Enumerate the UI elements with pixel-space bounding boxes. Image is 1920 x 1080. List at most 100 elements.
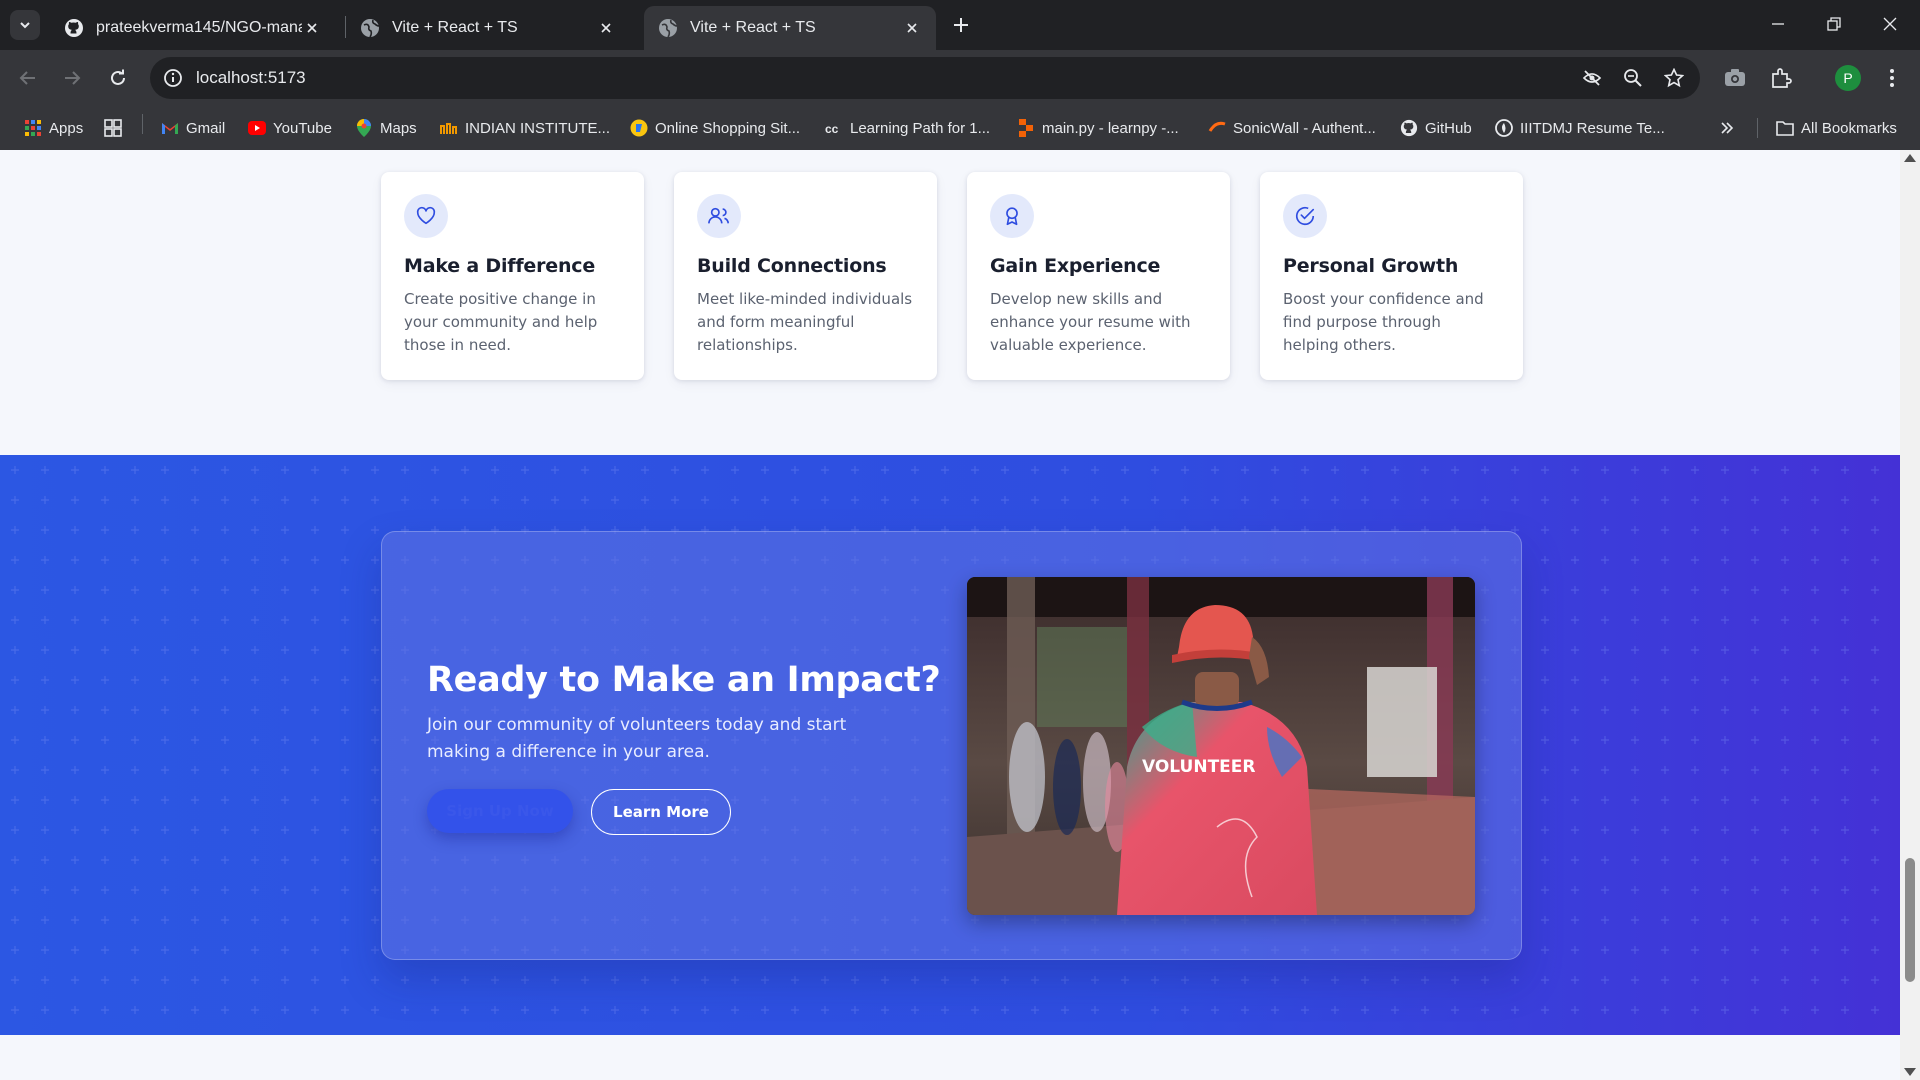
feature-description: Boost your confidence and find purpose t… [1283, 290, 1484, 354]
extensions-icon[interactable] [1767, 64, 1795, 92]
folder-icon [1776, 119, 1794, 137]
shopping-icon [630, 119, 648, 137]
cta-subtitle: Join our community of volunteers today a… [427, 715, 847, 762]
bookmark-label: INDIAN INSTITUTE... [465, 119, 611, 137]
restore-button[interactable] [1806, 0, 1862, 48]
bookmark-label: YouTube [273, 119, 332, 137]
back-button[interactable] [12, 62, 44, 94]
feature-card: Personal Growth Boost your confidence an… [1260, 172, 1523, 380]
close-window-button[interactable] [1862, 0, 1918, 48]
github-icon [1400, 119, 1418, 137]
chevron-down-icon [20, 22, 30, 29]
sign-up-button[interactable]: Sign Up Now [427, 789, 573, 833]
forward-button[interactable] [56, 62, 88, 94]
tab-search-button[interactable] [10, 10, 40, 40]
arrow-right-icon [65, 71, 81, 85]
scroll-down-arrow[interactable] [1904, 1068, 1916, 1076]
feature-card: Build Connections Meet like-minded indiv… [674, 172, 937, 380]
reload-button[interactable] [102, 62, 134, 94]
feature-title: Personal Growth [1283, 255, 1459, 277]
bookmark-indian-institute[interactable]: INDIAN INSTITUTE... [440, 116, 610, 140]
bookmark-youtube[interactable]: YouTube [248, 116, 332, 140]
tab-github[interactable]: prateekverma145/NGO-manag [50, 6, 336, 50]
close-tab-icon[interactable] [902, 18, 922, 38]
bookmarks-overflow-button[interactable] [1718, 116, 1743, 140]
bookmark-label: Online Shopping Sit... [655, 119, 801, 137]
feature-description: Develop new skills and enhance your resu… [990, 290, 1191, 354]
features-grid: Make a Difference Create positive change… [381, 172, 1523, 380]
feature-icon-badge [404, 194, 448, 238]
browser-toolbar: localhost:5173 P [0, 50, 1920, 106]
all-bookmarks-label: All Bookmarks [1801, 119, 1897, 137]
cta-section: Ready to Make an Impact? Join our commun… [0, 455, 1900, 1035]
feature-title: Make a Difference [404, 255, 596, 277]
feature-description: Create positive change in your community… [404, 290, 598, 354]
feature-card: Gain Experience Develop new skills and e… [967, 172, 1230, 380]
url-text: localhost:5173 [196, 68, 306, 87]
reload-icon [111, 69, 125, 85]
bookmark-main-py[interactable]: main.py - learnpy -... [1017, 116, 1179, 140]
bookmark-label: Gmail [186, 119, 226, 137]
minimize-button[interactable] [1750, 0, 1806, 48]
tab-strip: prateekverma145/NGO-manag Vite + React +… [0, 0, 1920, 50]
bookmark-tab-groups[interactable] [104, 116, 129, 140]
profile-avatar[interactable]: P [1835, 65, 1861, 91]
bookmark-star-icon[interactable] [1662, 66, 1686, 90]
globe-icon [659, 19, 678, 38]
feature-card: Make a Difference Create positive change… [381, 172, 644, 380]
shirt-text: VOLUNTEER [1142, 757, 1255, 777]
bookmark-resume[interactable]: IIITDMJ Resume Te... [1495, 116, 1665, 140]
more-menu-icon[interactable] [1878, 64, 1906, 92]
page-scrollbar[interactable] [1900, 150, 1920, 1080]
bookmark-label: SonicWall - Authent... [1233, 119, 1376, 137]
close-tab-icon[interactable] [302, 18, 322, 38]
bookmark-divider [1757, 118, 1758, 138]
users-icon [708, 207, 729, 224]
cta-card: Ready to Make an Impact? Join our commun… [381, 531, 1522, 960]
tab-title: Vite + React + TS [690, 19, 816, 36]
bookmark-maps[interactable]: Maps [355, 116, 417, 140]
bookmark-github[interactable]: GitHub [1400, 116, 1472, 140]
tab-groups-icon [104, 119, 122, 137]
volunteer-photo-illustration: VOLUNTEER [967, 577, 1475, 915]
award-icon [1006, 207, 1018, 226]
volunteer-photo: VOLUNTEER [967, 577, 1475, 915]
bookmark-online-shopping[interactable]: Online Shopping Sit... [630, 116, 800, 140]
bookmark-label: main.py - learnpy -... [1042, 119, 1179, 137]
eye-off-icon[interactable] [1580, 66, 1604, 90]
feature-title: Gain Experience [990, 255, 1161, 277]
feature-icon-badge [1283, 194, 1327, 238]
youtube-icon [248, 119, 266, 137]
tab-vite-active[interactable]: Vite + React + TS [644, 6, 936, 50]
feature-icon-badge [697, 194, 741, 238]
tab-vite-1[interactable]: Vite + React + TS [346, 6, 630, 50]
new-tab-button[interactable] [946, 10, 976, 40]
restore-icon [1827, 17, 1841, 31]
bookmark-label: Apps [49, 119, 84, 137]
bookmark-label: Maps [380, 119, 417, 137]
bookmark-gmail[interactable]: Gmail [161, 116, 225, 140]
scroll-up-arrow[interactable] [1904, 154, 1916, 162]
screenshot-icon[interactable] [1721, 64, 1749, 92]
feature-title: Build Connections [697, 255, 887, 277]
plus-icon [954, 18, 968, 32]
bookmark-sonicwall[interactable]: SonicWall - Authent... [1208, 116, 1376, 140]
close-tab-icon[interactable] [596, 18, 616, 38]
zoom-icon[interactable] [1621, 66, 1645, 90]
learn-more-button[interactable]: Learn More [591, 789, 731, 835]
site-info-icon[interactable] [160, 65, 186, 91]
minimize-icon [1772, 23, 1784, 25]
page-viewport: Make a Difference Create positive change… [0, 150, 1900, 1080]
close-icon [1883, 17, 1897, 31]
all-bookmarks-button[interactable]: All Bookmarks [1776, 116, 1897, 140]
globe-icon [361, 19, 380, 38]
svg-text:cc: cc [825, 122, 839, 135]
institute-icon [440, 119, 458, 137]
bookmark-learning-path[interactable]: cc Learning Path for 1... [825, 116, 990, 140]
address-bar[interactable]: localhost:5173 [150, 57, 1700, 99]
bookmark-divider [142, 114, 143, 134]
tab-title: Vite + React + TS [392, 19, 518, 36]
bookmark-label: Learning Path for 1... [850, 119, 991, 137]
bookmark-apps[interactable]: Apps [24, 116, 83, 140]
scroll-thumb[interactable] [1905, 858, 1915, 982]
